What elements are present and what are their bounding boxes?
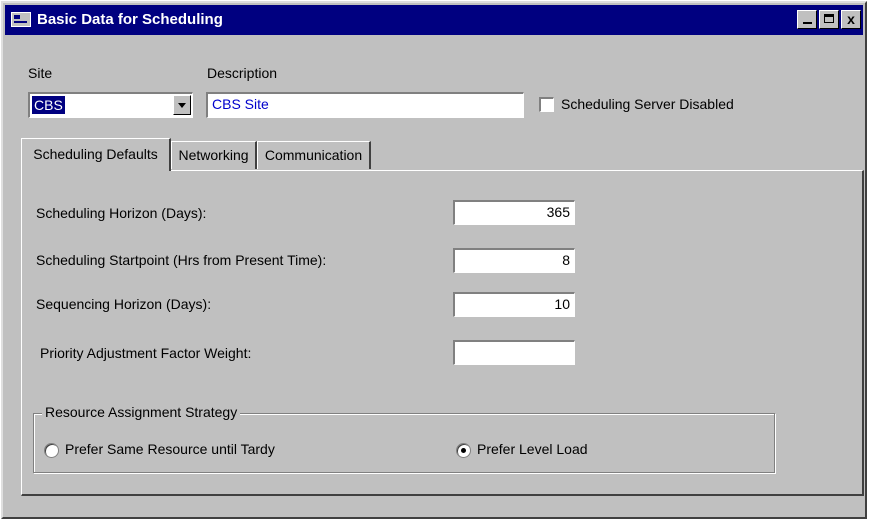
strategy-group-title: Resource Assignment Strategy [42,404,241,420]
description-value: CBS Site [212,96,269,112]
prefer-same-resource-radio[interactable] [44,443,59,458]
tab-scheduling-defaults[interactable]: Scheduling Defaults [21,138,171,171]
tab-networking[interactable]: Networking [171,141,257,169]
scheduling-server-disabled-label[interactable]: Scheduling Server Disabled [561,96,734,112]
prefer-same-resource-label[interactable]: Prefer Same Resource until Tardy [65,441,275,457]
title-bar[interactable]: Basic Data for Scheduling x [5,5,863,35]
close-button[interactable]: x [841,10,861,29]
priority-adjustment-label: Priority Adjustment Factor Weight: [40,345,252,361]
site-value: CBS [32,96,65,114]
scheduling-startpoint-field[interactable]: 8 [453,248,575,273]
scheduling-horizon-field[interactable]: 365 [453,200,575,225]
maximize-button[interactable] [819,10,839,29]
resource-assignment-strategy-group: Resource Assignment Strategy Prefer Same… [33,404,775,473]
site-combobox[interactable]: CBS [28,92,193,118]
tab-communication[interactable]: Communication [257,141,371,169]
scheduling-startpoint-label: Scheduling Startpoint (Hrs from Present … [36,252,327,268]
scheduling-window: Basic Data for Scheduling x Site Descrip… [1,1,867,519]
sequencing-horizon-label: Sequencing Horizon (Days): [36,296,212,312]
window-controls: x [797,10,861,30]
scheduling-horizon-label: Scheduling Horizon (Days): [36,205,207,221]
site-label: Site [28,65,53,81]
chevron-down-icon[interactable] [173,95,191,115]
description-field[interactable]: CBS Site [206,92,524,118]
window-title: Basic Data for Scheduling [37,11,223,28]
minimize-button[interactable] [797,10,817,29]
description-label: Description [207,65,278,81]
prefer-level-load-radio[interactable] [456,443,471,458]
form-icon [11,12,31,27]
priority-adjustment-field[interactable] [453,340,575,365]
prefer-level-load-label[interactable]: Prefer Level Load [477,441,588,457]
sequencing-horizon-field[interactable]: 10 [453,292,575,317]
scheduling-server-disabled-checkbox[interactable] [539,97,554,112]
